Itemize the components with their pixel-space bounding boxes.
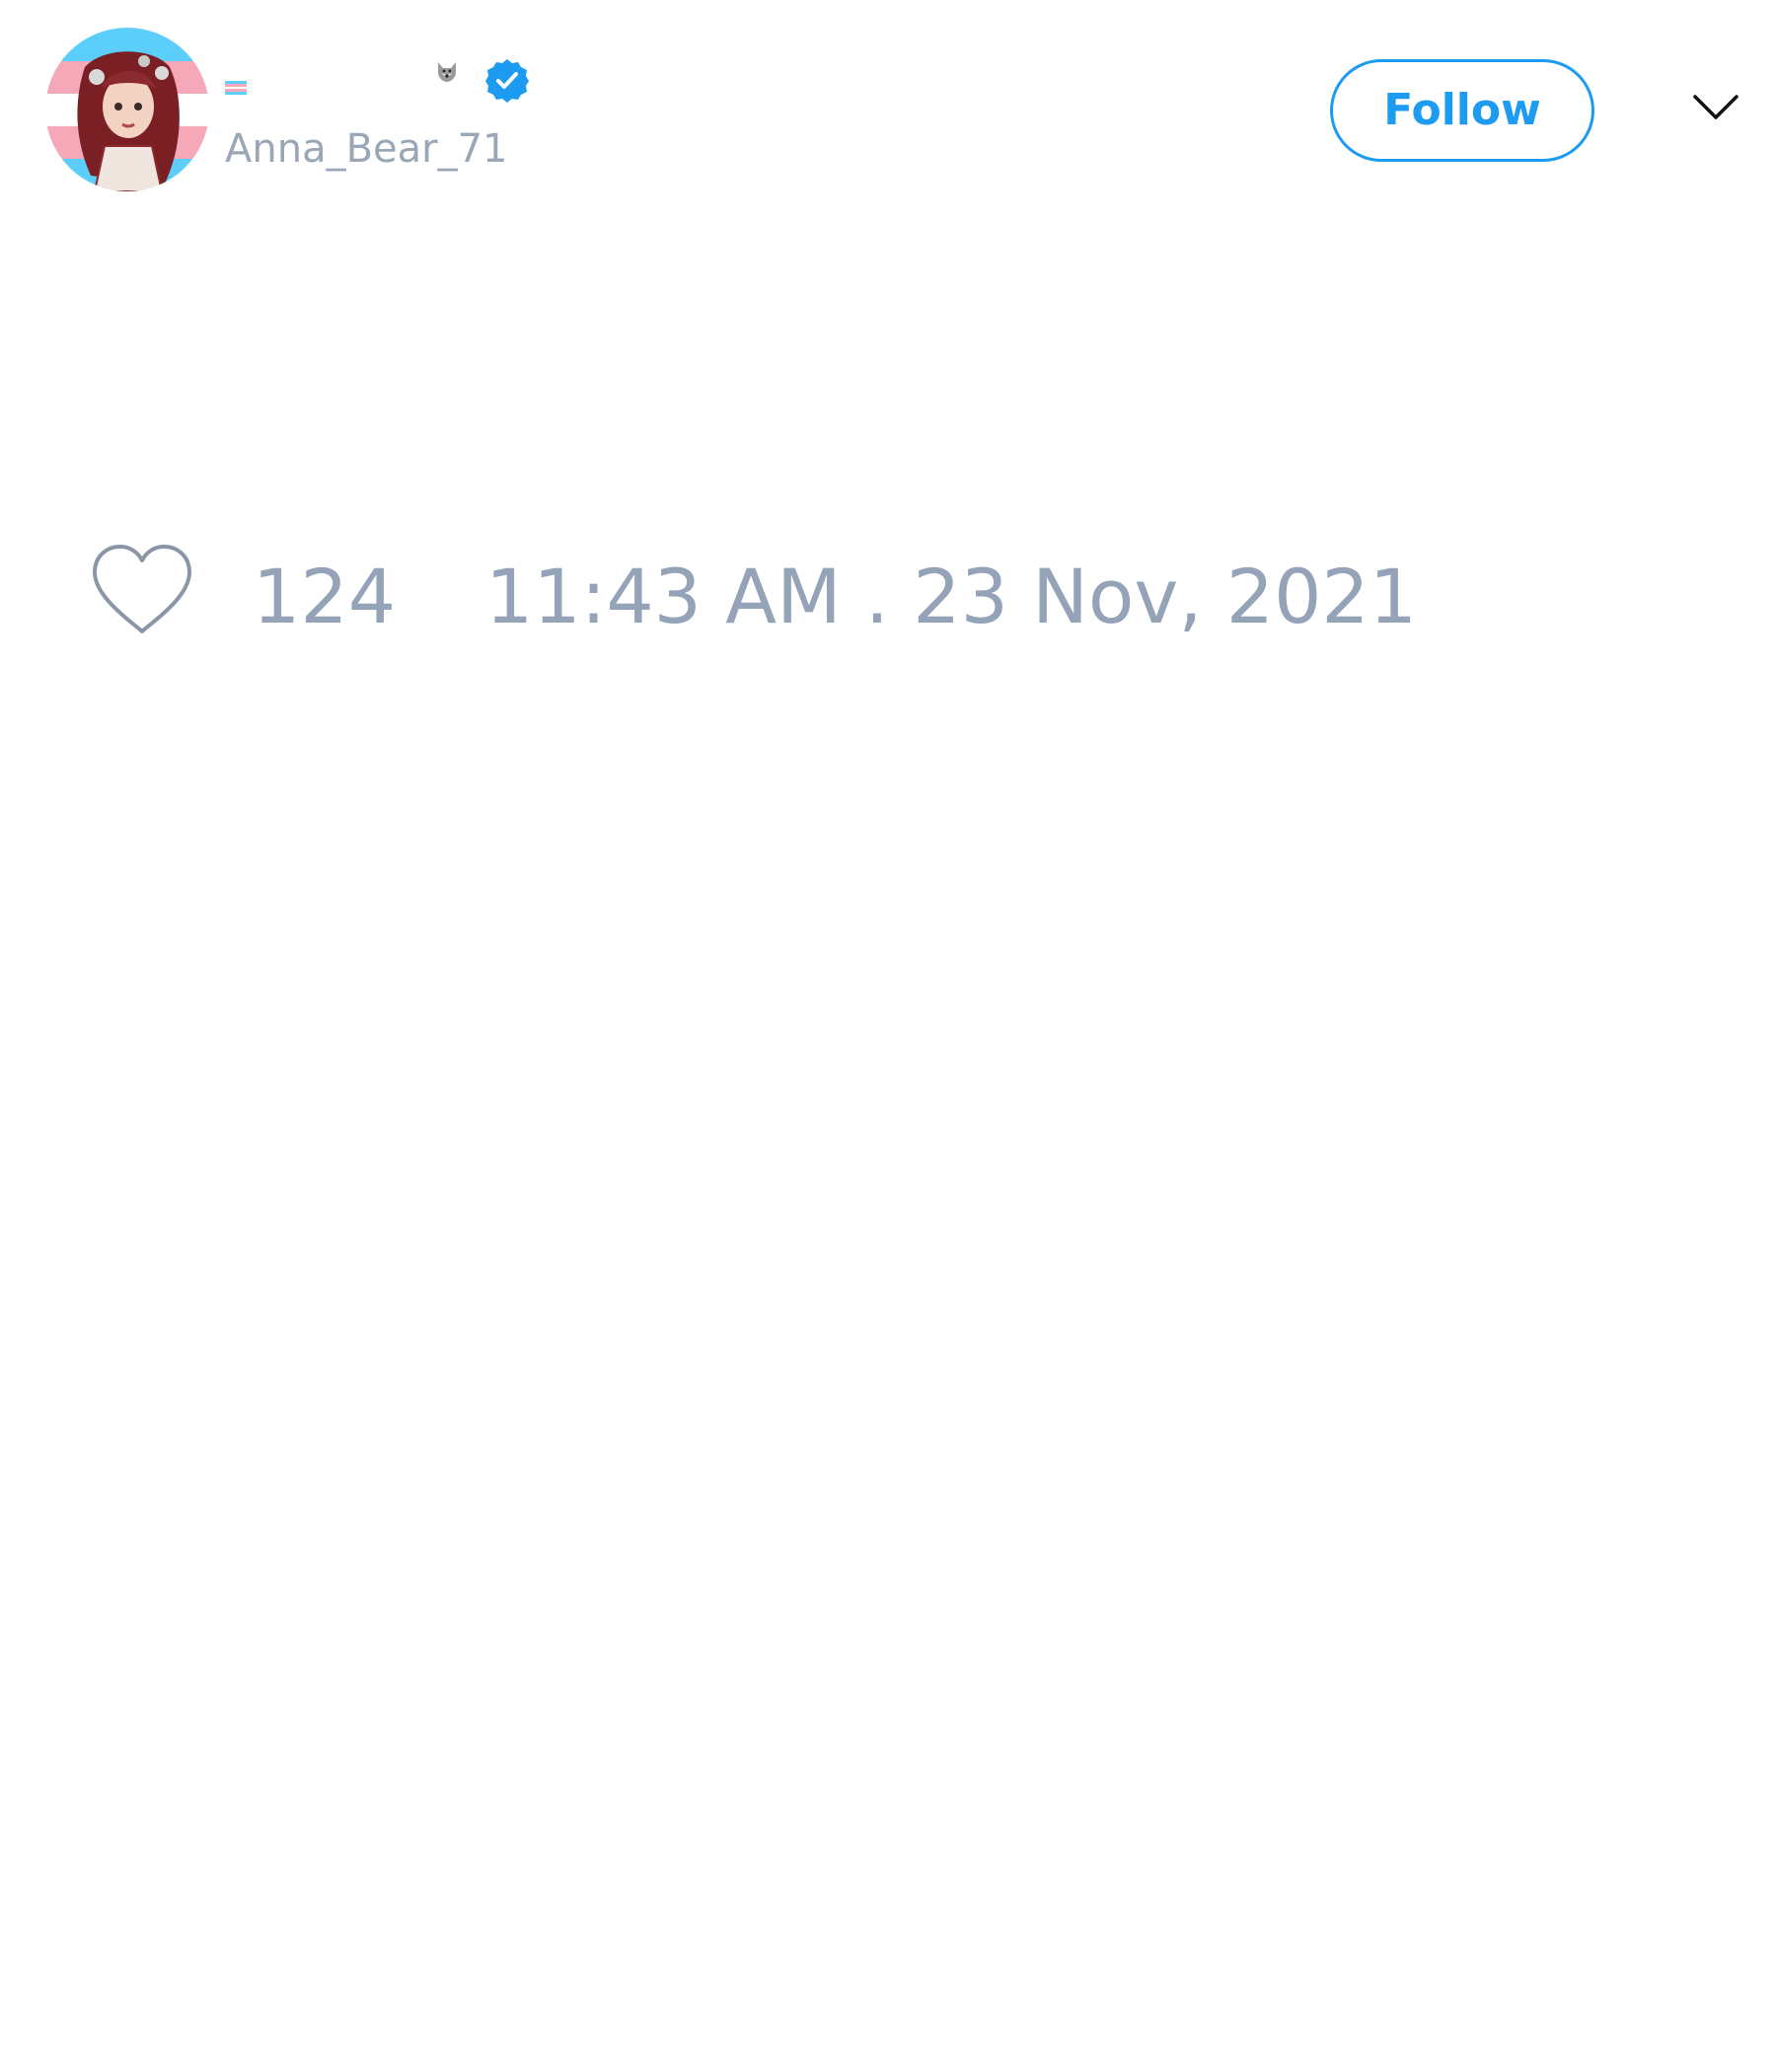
avatar[interactable] [45,28,209,191]
name-row [223,55,558,111]
tweet-header: Anna_Bear_71 Follow [0,0,1776,217]
tweet-timestamp[interactable]: 11:43 AM . 23 Nov, 2021 [485,553,1417,640]
transgender-flag-icon [225,81,247,95]
tweet-stats: 124 11:43 AM . 23 Nov, 2021 [0,533,1776,651]
author-handle[interactable]: Anna_Bear_71 [225,126,507,172]
avatar-illustration-icon [45,28,209,191]
like-count: 124 [253,553,397,640]
chevron-down-icon[interactable] [1691,89,1740,126]
heart-icon[interactable] [89,543,195,637]
follow-button[interactable]: Follow [1330,59,1594,162]
verified-badge-icon [485,59,529,103]
wolf-icon [438,62,456,82]
